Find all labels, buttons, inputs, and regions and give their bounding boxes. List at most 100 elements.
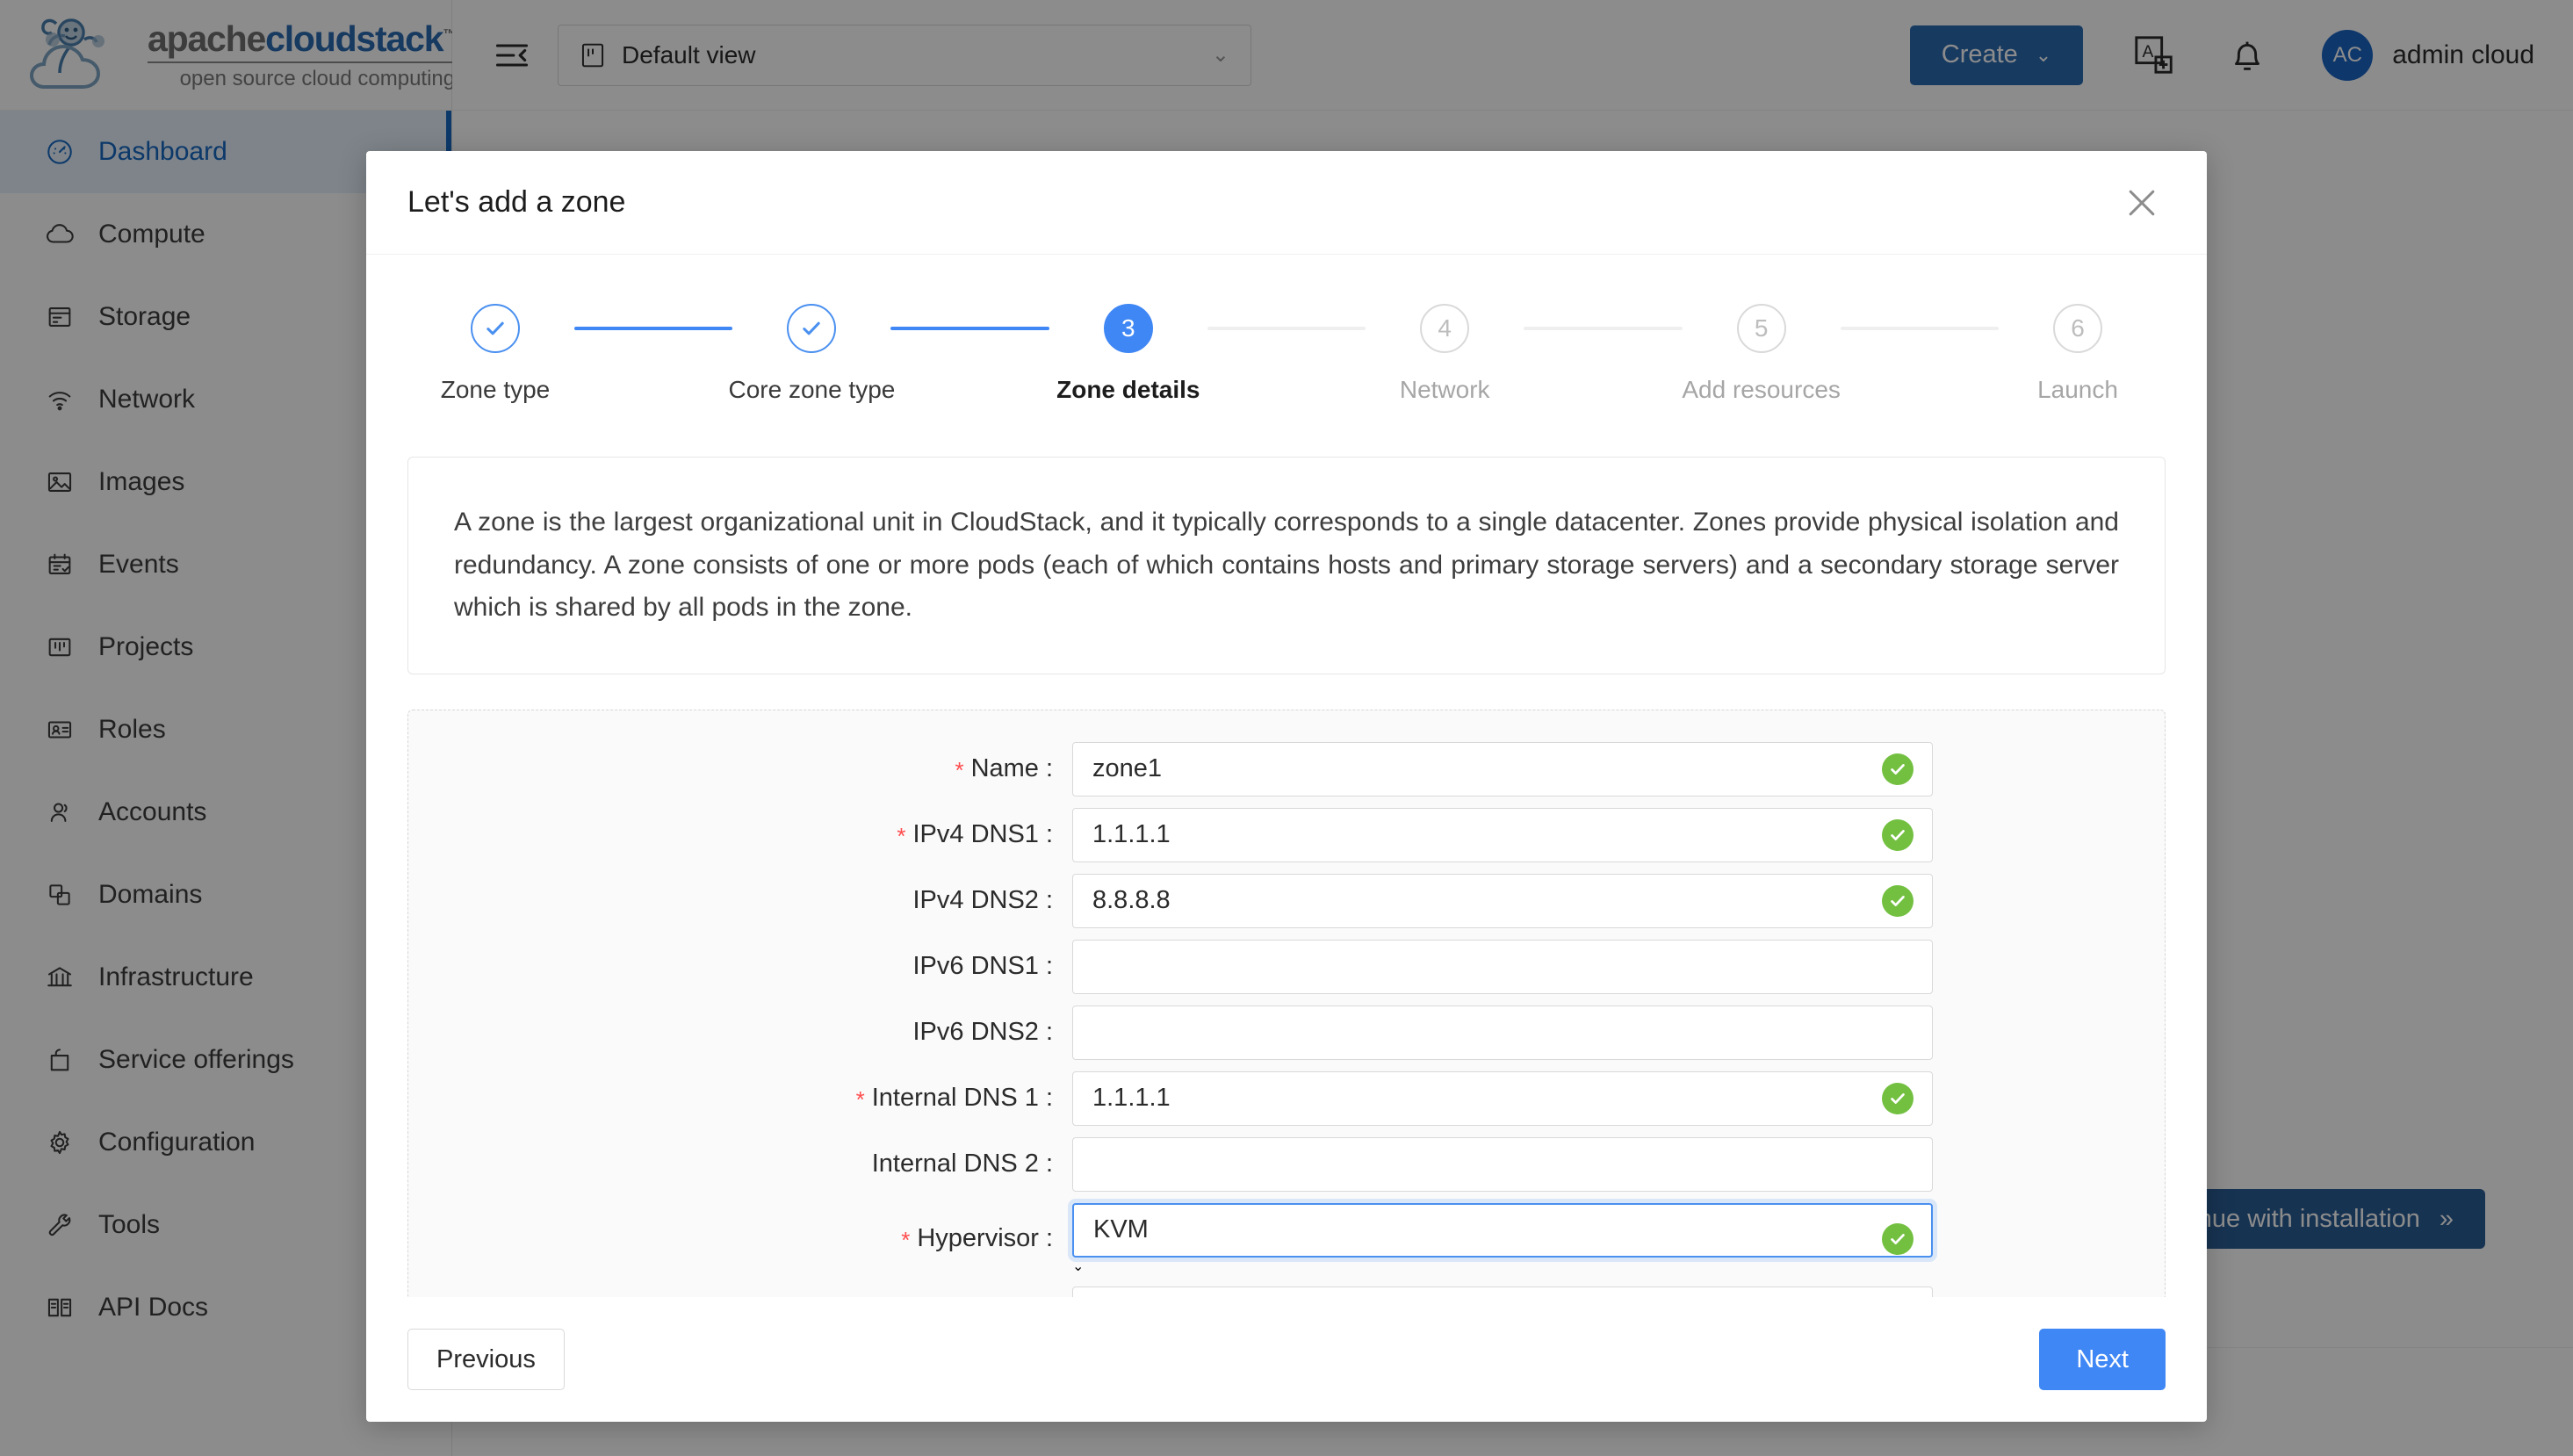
form-row-ipv4-dns1: *IPv4 DNS1: 1.1.1.1	[447, 808, 2126, 862]
step-indicator	[471, 304, 520, 353]
field-wrap-default-network-domain-for-isolated-networks	[1072, 1287, 1933, 1297]
label-ipv4-dns2: IPv4 DNS2:	[447, 886, 1072, 915]
input-default-network-domain-for-isolated-networks[interactable]	[1072, 1287, 1933, 1297]
label-colon: :	[1046, 886, 1053, 914]
modal-title: Let's add a zone	[407, 185, 2123, 220]
label-colon: :	[1046, 1084, 1053, 1112]
add-zone-modal: Let's add a zone Zone type Core zone type…	[366, 151, 2207, 1422]
zone-description-card: A zone is the largest organizational uni…	[407, 457, 2166, 674]
label-text: IPv4 DNS1	[912, 820, 1038, 848]
label-internal-dns-1: * Internal DNS 1:	[447, 1084, 1072, 1114]
required-asterisk: *	[901, 1227, 910, 1253]
required-asterisk: *	[856, 1086, 865, 1113]
form-row-ipv4-dns2: IPv4 DNS2: 8.8.8.8	[447, 874, 2126, 928]
label-colon: :	[1046, 820, 1053, 848]
input-ipv6-dns1[interactable]	[1072, 940, 1933, 994]
field-value: 1.1.1.1	[1092, 1084, 1870, 1113]
label-text: IPv6 DNS1	[912, 952, 1038, 980]
step-indicator: 5	[1737, 304, 1786, 353]
field-value: KVM	[1093, 1215, 1870, 1244]
step-label: Zone type	[441, 376, 551, 404]
label-colon: :	[1046, 952, 1053, 980]
step-launch[interactable]: 6 Launch	[1999, 304, 2157, 404]
step-number: 5	[1755, 316, 1769, 341]
form-row-internal-dns-2: Internal DNS 2:	[447, 1137, 2126, 1192]
form-row-internal-dns-1: * Internal DNS 1: 1.1.1.1	[447, 1071, 2126, 1126]
label-colon: :	[1046, 1224, 1053, 1252]
label-ipv4-dns1: *IPv4 DNS1:	[447, 820, 1072, 850]
modal-body: Zone type Core zone type 3 Zone details 4 Net…	[366, 255, 2207, 1297]
form-row-default-network-domain-for-isolated-networks: Default network domain for Isolated netw…	[447, 1287, 2126, 1297]
select-hypervisor[interactable]: KVM	[1072, 1203, 1933, 1258]
input-ipv4-dns1[interactable]: 1.1.1.1	[1072, 808, 1933, 862]
step-zone-details[interactable]: 3 Zone details	[1049, 304, 1207, 404]
field-wrap-name: zone1	[1072, 742, 1933, 796]
field-wrap-ipv4-dns1: 1.1.1.1	[1072, 808, 1933, 862]
step-connector	[574, 327, 732, 330]
valid-check-icon	[1882, 1223, 1914, 1255]
close-icon[interactable]	[2123, 184, 2161, 222]
label-hypervisor: * Hypervisor:	[447, 1224, 1072, 1254]
valid-check-icon	[1882, 1083, 1914, 1114]
label-text: Name	[971, 754, 1039, 782]
label-colon: :	[1046, 1018, 1053, 1046]
label-text: IPv6 DNS2	[912, 1018, 1038, 1046]
required-asterisk: *	[955, 757, 963, 783]
step-label: Network	[1400, 376, 1490, 404]
step-connector	[1524, 327, 1682, 330]
input-name[interactable]: zone1	[1072, 742, 1933, 796]
next-button[interactable]: Next	[2039, 1329, 2166, 1390]
form-row-name: * Name: zone1	[447, 742, 2126, 796]
input-ipv6-dns2[interactable]	[1072, 1006, 1933, 1060]
input-internal-dns-1[interactable]: 1.1.1.1	[1072, 1071, 1933, 1126]
zone-details-form: *Name:zone1*IPv4 DNS1:1.1.1.1IPv4 DNS2:8…	[407, 710, 2166, 1297]
field-value: 8.8.8.8	[1092, 886, 1870, 915]
label-ipv6-dns2: IPv6 DNS2:	[447, 1018, 1072, 1047]
form-row-ipv6-dns2: IPv6 DNS2:	[447, 1006, 2126, 1060]
step-indicator: 4	[1420, 304, 1469, 353]
step-add-resources[interactable]: 5 Add resources	[1683, 304, 1841, 404]
field-wrap-ipv6-dns1	[1072, 940, 1933, 994]
label-text: Internal DNS 1	[872, 1084, 1039, 1112]
step-core-zone-type[interactable]: Core zone type	[732, 304, 890, 404]
step-number: 3	[1121, 316, 1135, 341]
step-zone-type[interactable]: Zone type	[416, 304, 574, 404]
chevron-down-icon: ⌄	[1072, 1259, 1084, 1274]
field-wrap-internal-dns-2	[1072, 1137, 1933, 1192]
field-value: zone1	[1092, 754, 1870, 783]
valid-check-icon	[1882, 753, 1914, 785]
step-number: 4	[1438, 316, 1452, 341]
modal-header: Let's add a zone	[366, 151, 2207, 255]
label-colon: :	[1046, 1150, 1053, 1178]
step-connector	[890, 327, 1049, 330]
step-label: Launch	[2037, 376, 2118, 404]
previous-button[interactable]: Previous	[407, 1329, 565, 1390]
step-label: Add resources	[1682, 376, 1841, 404]
label-internal-dns-2: Internal DNS 2:	[447, 1150, 1072, 1178]
wizard-stepper: Zone type Core zone type 3 Zone details 4 Net…	[407, 304, 2166, 404]
input-ipv4-dns2[interactable]: 8.8.8.8	[1072, 874, 1933, 928]
step-indicator: 6	[2053, 304, 2102, 353]
label-text: IPv4 DNS2	[912, 886, 1038, 914]
modal-footer: Previous Next	[366, 1297, 2207, 1422]
field-wrap-hypervisor: KVM ⌄	[1072, 1203, 1933, 1275]
step-network[interactable]: 4 Network	[1366, 304, 1524, 404]
label-text: Internal DNS 2	[872, 1150, 1039, 1178]
step-label: Zone details	[1056, 376, 1200, 404]
zone-description-text: A zone is the largest organizational uni…	[454, 501, 2119, 630]
input-internal-dns-2[interactable]	[1072, 1137, 1933, 1192]
step-number: 6	[2071, 316, 2085, 341]
field-wrap-ipv6-dns2	[1072, 1006, 1933, 1060]
step-indicator: 3	[1104, 304, 1153, 353]
label-ipv6-dns1: IPv6 DNS1:	[447, 952, 1072, 981]
step-label: Core zone type	[728, 376, 895, 404]
field-value: 1.1.1.1	[1092, 820, 1870, 849]
label-colon: :	[1046, 754, 1053, 782]
field-wrap-ipv4-dns2: 8.8.8.8	[1072, 874, 1933, 928]
label-text: Hypervisor	[917, 1224, 1039, 1252]
step-connector	[1207, 327, 1366, 330]
field-wrap-internal-dns-1: 1.1.1.1	[1072, 1071, 1933, 1126]
valid-check-icon	[1882, 885, 1914, 917]
valid-check-icon	[1882, 819, 1914, 851]
step-connector	[1841, 327, 1999, 330]
